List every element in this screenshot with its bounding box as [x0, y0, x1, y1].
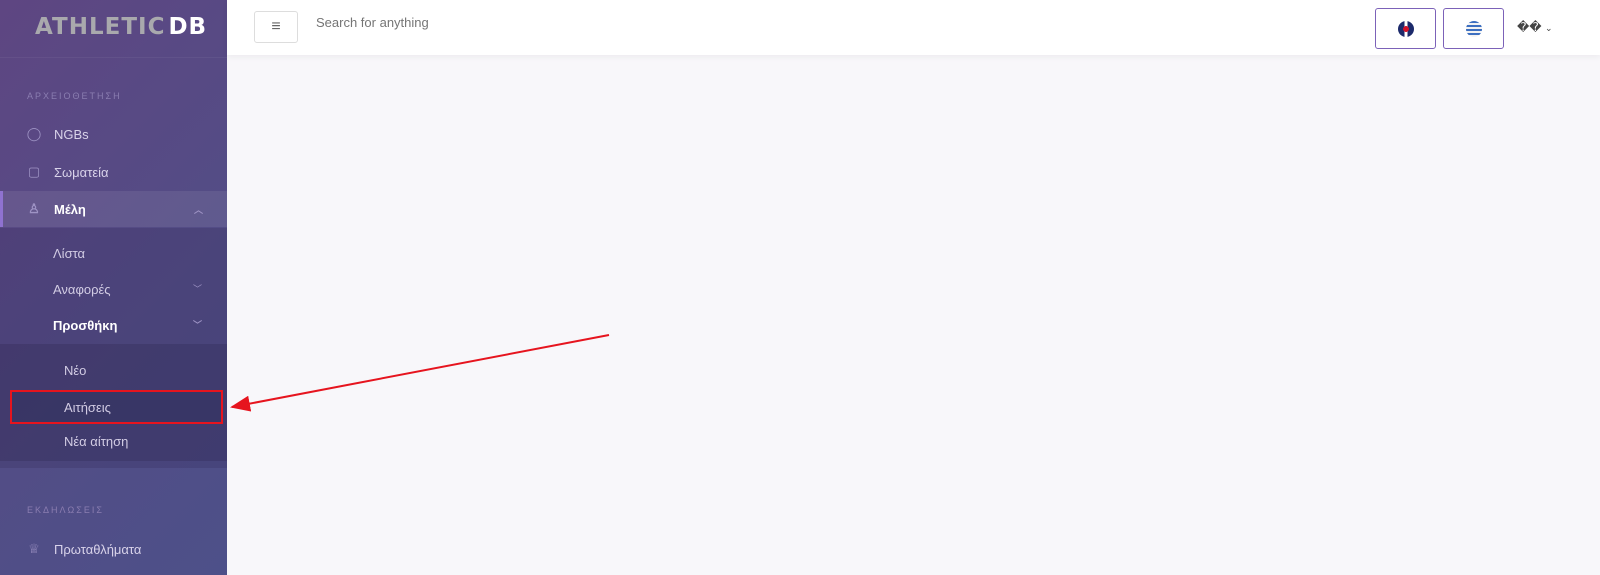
label: Αναφορές [53, 282, 111, 297]
greek-flag-icon [1465, 20, 1482, 37]
top-header: ≡ �� ⌄ [227, 0, 1600, 55]
language-greek-button[interactable] [1443, 8, 1504, 49]
section-archiving: ΑΡΧΕΙΟΘΕΤΗΣΗ [27, 91, 122, 101]
label: Προσθήκη [53, 318, 118, 333]
person-icon: ♙ [28, 201, 40, 216]
sidebar-item-label: Μέλη [54, 201, 86, 217]
sidebar: ATHLETIC DB ΑΡΧΕΙΟΘΕΤΗΣΗ ◯ NGBs ▢ Σωματεία … [0, 0, 227, 575]
sidebar-item-label: NGBs [54, 126, 89, 142]
globe-icon: ◯ [26, 126, 42, 141]
label: Αιτήσεις [64, 400, 111, 415]
sidebar-item-label: Σωματεία [54, 164, 109, 180]
uk-flag-icon [1397, 20, 1414, 37]
logo-text-db: DB [168, 14, 208, 40]
divider [0, 57, 227, 58]
boxing-glove-icon: ▢ [27, 164, 41, 179]
sidebar-item-label: Πρωταθλήματα [54, 541, 142, 557]
logo[interactable]: ATHLETIC DB [35, 14, 207, 40]
chevron-down-icon: ⌄ [1544, 23, 1553, 33]
trophy-icon: ♕ [28, 541, 40, 556]
user-menu[interactable]: �� ⌄ [1517, 20, 1553, 34]
menu-toggle-button[interactable]: ≡ [254, 11, 298, 43]
label: Νέα αίτηση [64, 434, 129, 449]
logo-text: ATHLETIC [35, 14, 166, 40]
search-input[interactable] [316, 15, 616, 30]
arrow-line [230, 334, 610, 412]
submenu-item-reports[interactable]: Αναφορές ﹀ [53, 282, 202, 297]
sidebar-item-clubs[interactable]: ▢ Σωματεία [0, 154, 227, 190]
sidebar-item-members[interactable]: ♙ Μέλη ︿ [0, 191, 227, 227]
submenu-item-list[interactable]: Λίστα [53, 246, 85, 261]
submenu-item-applications[interactable]: Αιτήσεις [64, 400, 111, 415]
section-events: ΕΚΔΗΛΩΣΕΙΣ [27, 505, 104, 515]
language-english-button[interactable] [1375, 8, 1436, 49]
annotation-arrow [230, 334, 610, 412]
label: Λίστα [53, 246, 86, 261]
submenu-item-new[interactable]: Νέο [64, 363, 86, 378]
sidebar-item-ngbs[interactable]: ◯ NGBs [0, 116, 227, 152]
chevron-up-icon: ︿ [193, 204, 203, 215]
hamburger-icon: ≡ [271, 18, 281, 35]
submenu-item-new-application[interactable]: Νέα αίτηση [64, 434, 128, 449]
chevron-down-icon: ﹀ [193, 284, 203, 294]
label: Νέο [64, 363, 87, 378]
sidebar-item-championships[interactable]: ♕ Πρωταθλήματα [0, 531, 227, 567]
submenu-item-add[interactable]: Προσθήκη ﹀ [53, 318, 202, 333]
highlight-box [10, 390, 223, 424]
user-name: �� [1517, 20, 1542, 34]
chevron-down-icon: ﹀ [193, 320, 203, 330]
